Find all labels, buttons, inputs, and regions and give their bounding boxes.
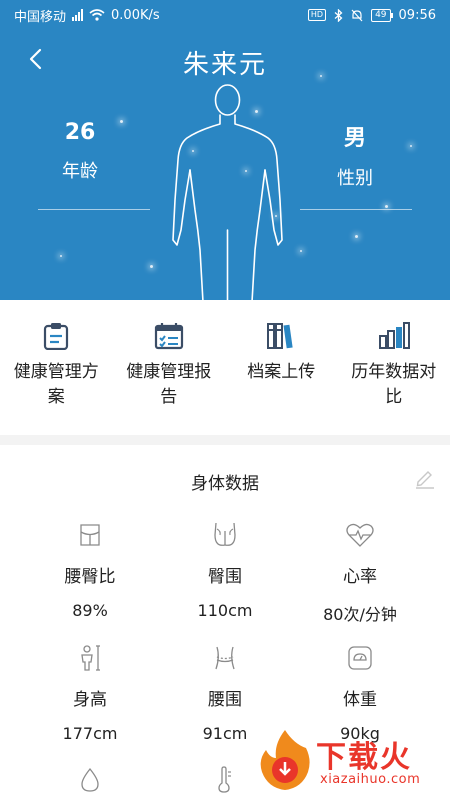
mute-bell-icon (351, 9, 363, 21)
watermark-url: xiazaihuo.com (320, 772, 421, 787)
menu-archive-upload[interactable]: 档案上传 (225, 300, 338, 435)
hip-icon (80, 524, 100, 546)
menu-label: 健康管理方案 (13, 362, 99, 407)
watermark-text: 下载火 (316, 740, 412, 775)
data-item-partial-1[interactable] (15, 765, 165, 795)
clipboard-icon (44, 323, 69, 350)
data-item-name: 心率 (343, 567, 377, 587)
scale-icon (348, 646, 372, 670)
data-item-value: 110cm (197, 601, 253, 620)
carrier-label: 中国移动 (14, 9, 67, 25)
data-item-name: 腰臀比 (64, 567, 116, 587)
data-item-name: 身高 (73, 690, 107, 710)
data-item-name: 体重 (343, 690, 377, 710)
sex-stat: 男 性别 (300, 120, 410, 190)
age-divider (38, 209, 150, 210)
watermark-logo: 下载火 xiazaihuo.com (256, 728, 442, 794)
menu-health-report[interactable]: 健康管理报告 (113, 300, 226, 435)
heart-rate-icon (346, 523, 374, 547)
flame-logo-icon (260, 730, 310, 790)
calendar-check-icon (154, 323, 183, 350)
menu-health-plan[interactable]: 健康管理方案 (0, 300, 113, 435)
data-item-value: 80次/分钟 (323, 605, 397, 624)
thermometer-icon (218, 766, 231, 793)
status-bar: 中国移动 0.00K/s HD 49 09:56 (0, 0, 450, 30)
data-item-heart-rate[interactable]: 心率 80次/分钟 (285, 520, 435, 625)
menu-yearly-compare[interactable]: 历年数据对比 (338, 300, 450, 435)
menu-label: 档案上传 (247, 362, 316, 382)
data-item-height[interactable]: 身高 177cm (15, 643, 165, 743)
water-drop-icon (81, 767, 99, 792)
data-item-value: 177cm (62, 724, 118, 743)
edit-pencil-icon[interactable] (414, 467, 436, 489)
data-item-name: 腰围 (208, 690, 242, 710)
age-value: 26 (64, 120, 96, 145)
signal-icon (72, 9, 84, 21)
buttocks-icon (214, 522, 236, 546)
sex-label: 性别 (337, 168, 373, 189)
sex-value: 男 (343, 126, 366, 151)
clock: 09:56 (398, 7, 436, 23)
waist-icon (215, 646, 235, 670)
wifi-icon (89, 9, 105, 21)
battery-icon: 49 (371, 8, 394, 22)
body-data-title: 身体数据 (191, 474, 259, 494)
profile-header: 中国移动 0.00K/s HD 49 09:56 朱来元 26 年龄 男 性别 (0, 0, 450, 300)
height-icon (81, 645, 100, 671)
data-item-name: 臀围 (208, 567, 242, 587)
menu-label: 历年数据对比 (351, 362, 437, 407)
body-data-card: 身体数据 腰臀比 89% 臀围 110cm 心率 80次/分钟 身高 177cm… (0, 445, 450, 800)
bluetooth-icon (334, 8, 343, 22)
data-item-waist-hip-ratio[interactable]: 腰臀比 89% (15, 520, 165, 620)
quick-menu: 健康管理方案 健康管理报告 档案上传 历年数据对比 (0, 300, 450, 435)
age-stat: 26 年龄 (25, 120, 135, 183)
bar-chart-icon (378, 322, 410, 349)
page-title: 朱来元 (182, 50, 267, 80)
books-icon (267, 323, 293, 349)
network-speed: 0.00K/s (111, 7, 160, 23)
human-body-outline-icon (172, 84, 283, 300)
menu-label: 健康管理报告 (126, 362, 212, 407)
age-label: 年龄 (62, 161, 98, 182)
data-item-hip[interactable]: 臀围 110cm (150, 520, 300, 620)
hd-badge: HD (307, 9, 327, 21)
sex-divider (300, 209, 412, 210)
data-item-value: 89% (72, 601, 108, 620)
